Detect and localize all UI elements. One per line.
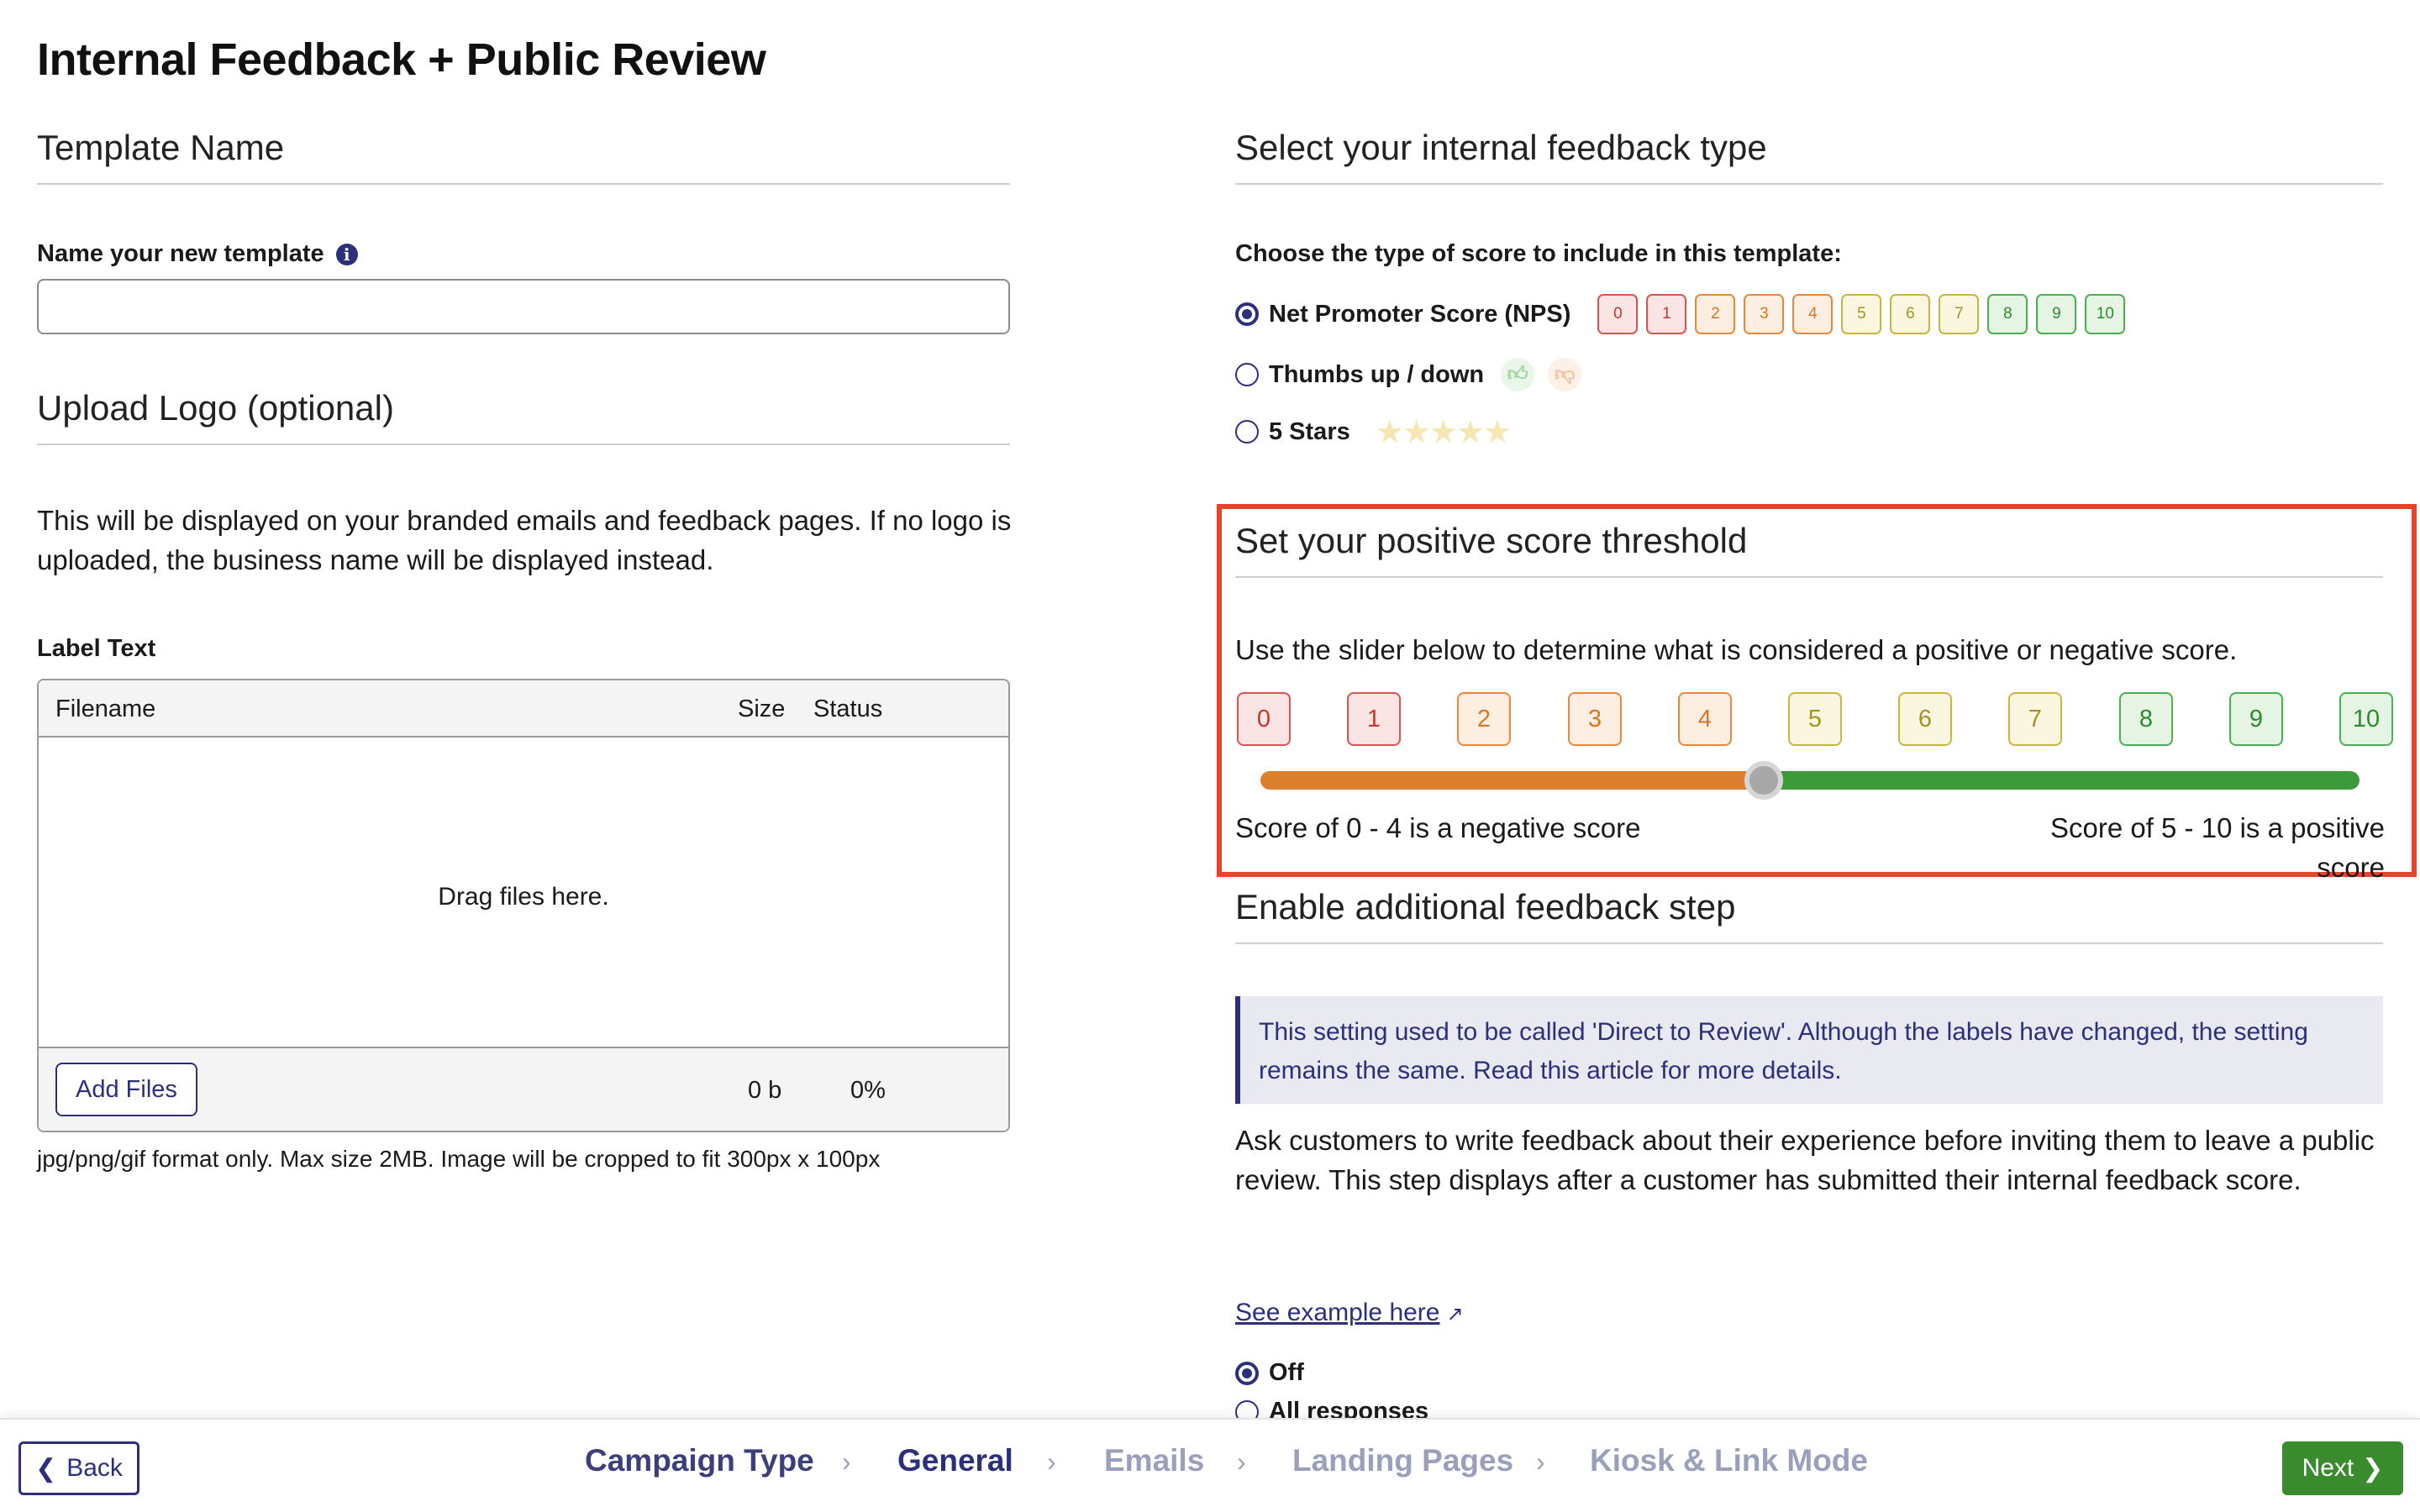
nps-preview-chip: 4	[1792, 294, 1833, 334]
chevron-right-icon: ❯	[2362, 1454, 2384, 1483]
step-landing-pages[interactable]: Landing Pages	[1292, 1443, 1513, 1478]
step-emails[interactable]: Emails	[1104, 1443, 1204, 1478]
wizard-steps: Campaign Type › General › Emails › Landi…	[0, 1443, 2420, 1494]
nps-preview-chip: 5	[1841, 294, 1882, 334]
format-hint: jpg/png/gif format only. Max size 2MB. I…	[37, 1146, 881, 1172]
option-thumbs[interactable]: Thumbs up / down 👍︎ 👎︎	[1235, 358, 1582, 391]
threshold-score-chip[interactable]: 10	[2339, 692, 2393, 746]
template-name-input[interactable]	[37, 279, 1010, 334]
option-off[interactable]: Off	[1235, 1359, 1304, 1387]
external-link-icon: ↗	[1446, 1303, 1464, 1326]
nps-preview-chip: 2	[1695, 294, 1736, 334]
threshold-score-chip[interactable]: 3	[1568, 692, 1622, 746]
nps-preview-chip: 6	[1890, 294, 1931, 334]
nps-preview-chip: 10	[2085, 294, 2126, 334]
size-column-header: Size	[738, 696, 786, 722]
threshold-score-chip[interactable]: 1	[1347, 692, 1401, 746]
see-example-link[interactable]: See example here ↗	[1235, 1299, 1464, 1327]
threshold-score-chip[interactable]: 7	[2008, 692, 2062, 746]
threshold-heading: Set your positive score threshold	[1235, 521, 2383, 578]
radio-nps[interactable]	[1235, 302, 1259, 326]
option-stars[interactable]: 5 Stars ★★★★★	[1235, 413, 1512, 450]
uploader-header: Filename Size Status	[39, 680, 1008, 738]
threshold-score-chip[interactable]: 9	[2229, 692, 2283, 746]
nps-preview-chip: 0	[1597, 294, 1639, 334]
radio-stars[interactable]	[1235, 420, 1259, 444]
threshold-score-chip[interactable]: 5	[1788, 692, 1842, 746]
template-name-heading: Template Name	[37, 128, 1010, 185]
radio-off[interactable]	[1235, 1361, 1259, 1385]
step-campaign-type[interactable]: Campaign Type	[585, 1443, 814, 1478]
negative-score-text: Score of 0 - 4 is a negative score	[1235, 812, 1641, 843]
threshold-score-chip[interactable]: 8	[2119, 692, 2173, 746]
info-icon[interactable]: i	[335, 244, 358, 266]
threshold-scale: 0 1 2 3 4 5 6 7 8 9 10	[1237, 692, 2393, 746]
status-column-header: Status	[813, 696, 883, 722]
nps-preview-chip: 7	[1939, 294, 1980, 334]
option-thumbs-label: Thumbs up / down	[1269, 360, 1485, 388]
additional-step-description: Ask customers to write feedback about th…	[1235, 1125, 2375, 1195]
label-text-label: Label Text	[37, 635, 156, 662]
thumbs-down-icon: 👎︎	[1548, 358, 1582, 391]
nps-preview-chip: 9	[2036, 294, 2077, 334]
option-nps[interactable]: Net Promoter Score (NPS) 0 1 2 3 4 5 6 7 8 9 10	[1235, 294, 2126, 334]
slider-negative-track[interactable]	[1260, 771, 1761, 790]
file-uploader: Filename Size Status Drag files here. Ad…	[37, 679, 1010, 1132]
radio-thumbs[interactable]	[1235, 363, 1259, 386]
threshold-instruction: Use the slider below to determine what i…	[1235, 634, 2238, 665]
total-size: 0 b	[748, 1077, 782, 1104]
additional-step-heading: Enable additional feedback step	[1235, 887, 2383, 944]
choose-score-label: Choose the type of score to include in t…	[1235, 240, 1842, 267]
add-files-button[interactable]: Add Files	[55, 1063, 197, 1116]
threshold-score-chip[interactable]: 6	[1898, 692, 1952, 746]
filename-column-header: Filename	[55, 696, 156, 722]
threshold-score-chip[interactable]: 0	[1237, 692, 1291, 746]
option-off-label: Off	[1269, 1359, 1304, 1386]
feedback-type-heading: Select your internal feedback type	[1235, 128, 2383, 185]
positive-score-text: Score of 5 - 10 is a positive score	[2049, 812, 2385, 883]
bottom-navigation-bar: ❮ Back Campaign Type › General › Emails …	[0, 1418, 2420, 1512]
step-general[interactable]: General	[897, 1443, 1013, 1478]
option-nps-label: Net Promoter Score (NPS)	[1269, 300, 1571, 328]
upload-logo-heading: Upload Logo (optional)	[37, 388, 1010, 445]
chevron-right-icon: ›	[1536, 1446, 1545, 1477]
nps-preview-chip: 3	[1744, 294, 1785, 334]
chevron-right-icon: ›	[1047, 1446, 1056, 1477]
drop-zone-text: Drag files here.	[438, 883, 609, 911]
slider-positive-track[interactable]	[1761, 771, 2360, 790]
thumbs-up-icon: 👍︎	[1501, 358, 1535, 391]
drop-zone[interactable]: Drag files here.	[39, 738, 1008, 1057]
name-template-label: Name your new template i	[37, 240, 358, 268]
upload-description: This will be displayed on your branded e…	[37, 505, 1012, 575]
slider-handle[interactable]	[1744, 761, 1783, 800]
nps-preview: 0 1 2 3 4 5 6 7 8 9 10	[1597, 294, 2126, 334]
chevron-right-icon: ›	[1237, 1446, 1246, 1477]
info-callout: This setting used to be called 'Direct t…	[1235, 996, 2383, 1104]
nps-preview-chip: 8	[1987, 294, 2028, 334]
stars-icon: ★★★★★	[1375, 413, 1512, 450]
step-kiosk-link-mode[interactable]: Kiosk & Link Mode	[1590, 1443, 1868, 1478]
uploader-footer: Add Files 0 b 0%	[39, 1047, 1008, 1131]
threshold-score-chip[interactable]: 2	[1457, 692, 1511, 746]
next-button[interactable]: Next ❯	[2282, 1441, 2403, 1495]
chevron-right-icon: ›	[842, 1446, 851, 1477]
nps-preview-chip: 1	[1646, 294, 1687, 334]
threshold-score-chip[interactable]: 4	[1678, 692, 1732, 746]
option-stars-label: 5 Stars	[1269, 417, 1350, 445]
total-progress: 0%	[850, 1077, 886, 1104]
page-title: Internal Feedback + Public Review	[37, 34, 766, 85]
